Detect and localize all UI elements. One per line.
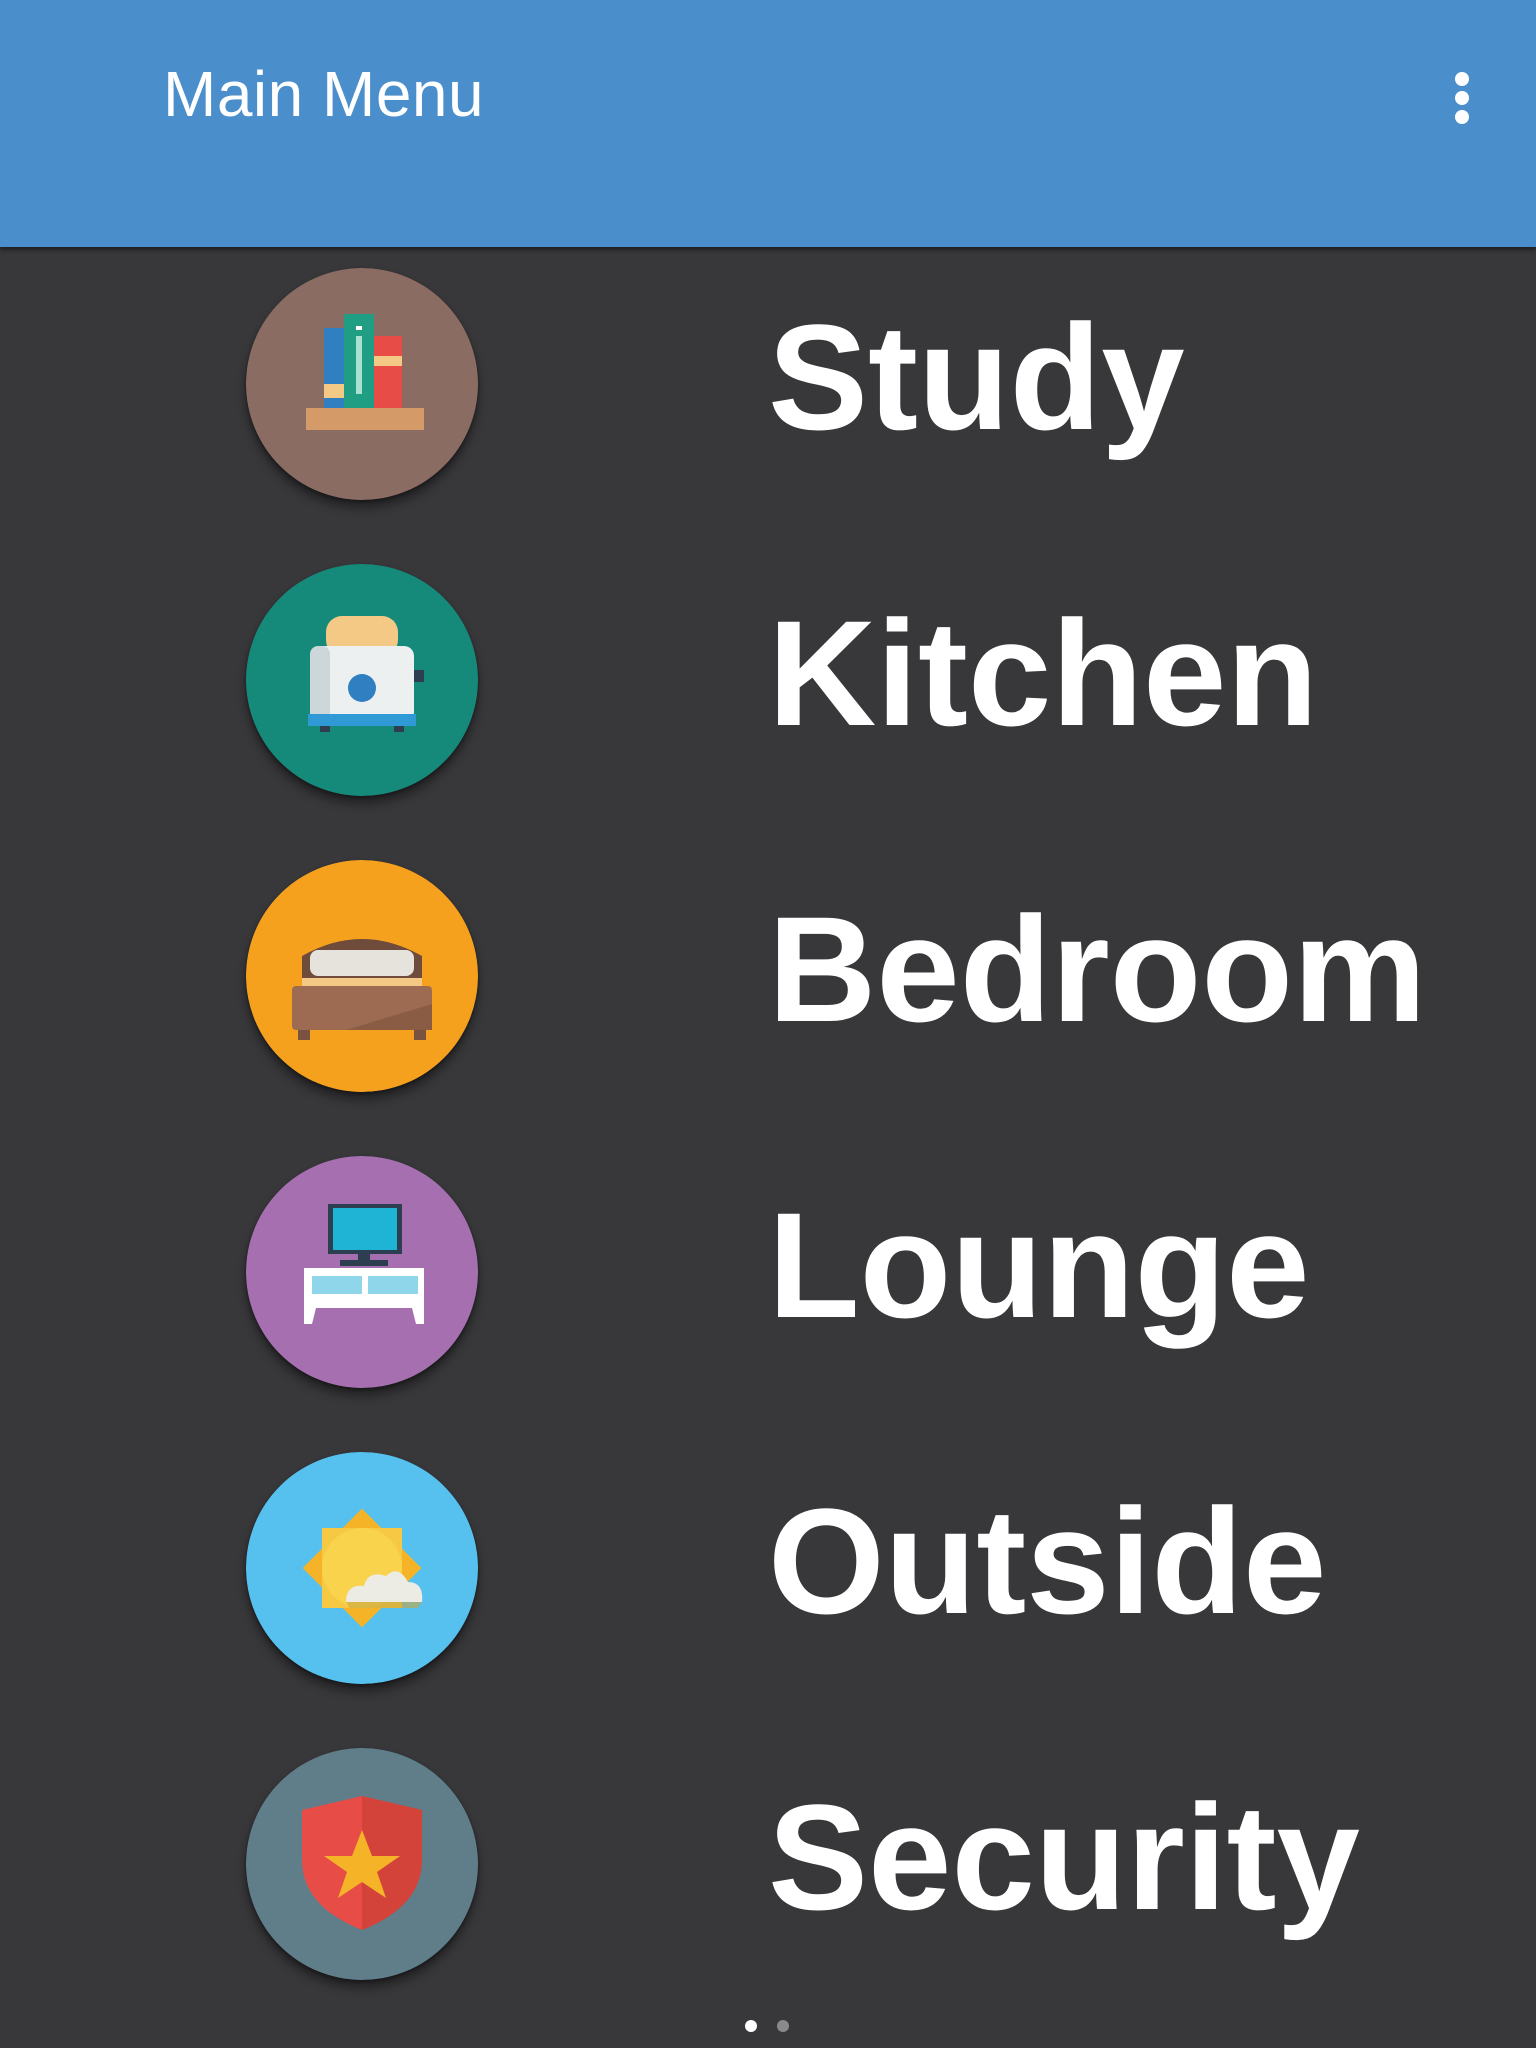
room-menu-list: Study Kitchen Bedroom Lounge Outside Sec… (0, 247, 1536, 2048)
menu-item-outside[interactable]: Outside (0, 1431, 1536, 1691)
toaster-icon (246, 564, 478, 796)
menu-item-label: Outside (768, 1477, 1327, 1645)
menu-item-label: Bedroom (768, 885, 1427, 1053)
app-title: Main Menu (163, 58, 485, 130)
shield-icon (246, 1748, 478, 1980)
menu-item-label: Security (768, 1773, 1360, 1941)
bookshelf-icon (246, 268, 478, 500)
menu-item-study[interactable]: Study (0, 247, 1536, 507)
menu-item-bedroom[interactable]: Bedroom (0, 839, 1536, 1099)
menu-item-lounge[interactable]: Lounge (0, 1135, 1536, 1395)
page-dot-active[interactable] (745, 2020, 757, 2032)
menu-item-label: Lounge (768, 1181, 1310, 1349)
menu-item-security[interactable]: Security (0, 1727, 1536, 1987)
weather-icon (246, 1452, 478, 1684)
menu-item-kitchen[interactable]: Kitchen (0, 543, 1536, 803)
more-vert-icon[interactable] (1440, 60, 1484, 136)
bed-icon (246, 860, 478, 1092)
app-bar: Main Menu (0, 0, 1536, 247)
menu-item-label: Kitchen (768, 589, 1319, 757)
overflow-dot (1455, 72, 1469, 86)
page-indicator (740, 2020, 800, 2036)
overflow-dot (1455, 91, 1469, 105)
menu-item-label: Study (768, 293, 1185, 461)
overflow-dot (1455, 110, 1469, 124)
tv-cabinet-icon (246, 1156, 478, 1388)
page-dot-inactive[interactable] (777, 2020, 789, 2032)
